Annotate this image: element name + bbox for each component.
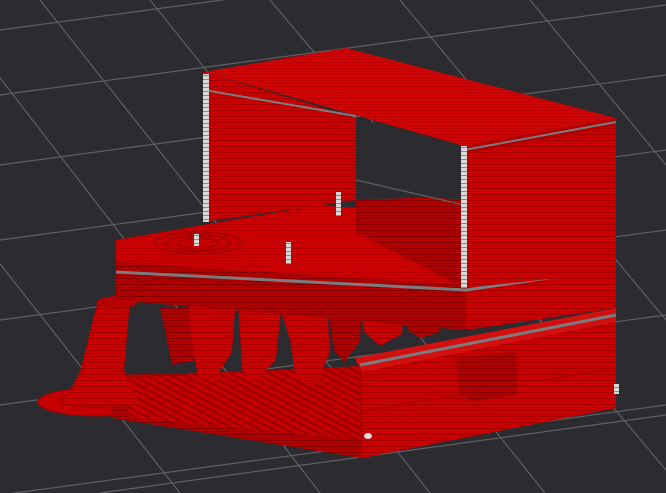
print-preview-viewport[interactable] xyxy=(0,0,666,493)
layer-preview-canvas[interactable] xyxy=(0,0,666,493)
sliced-model[interactable] xyxy=(37,48,619,458)
